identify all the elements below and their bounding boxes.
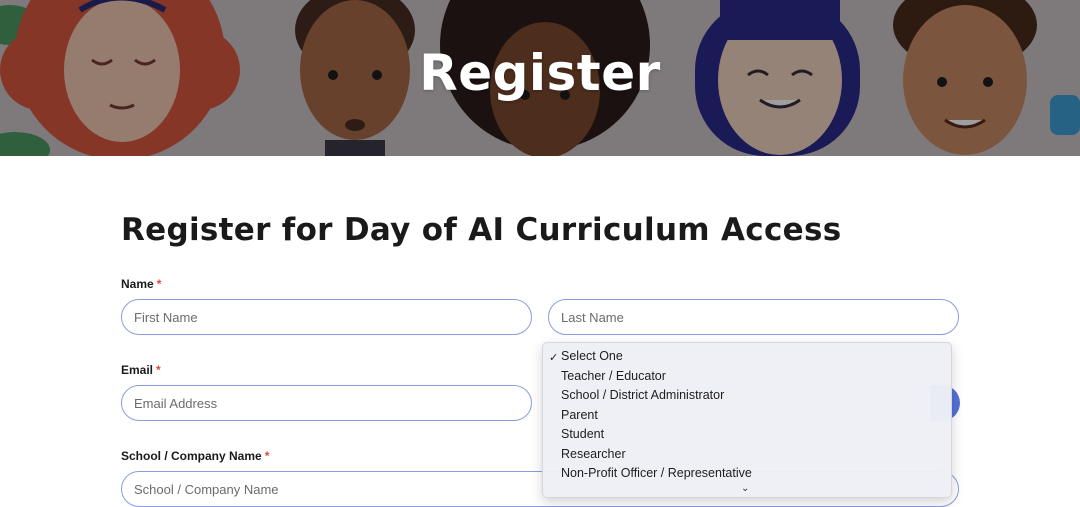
required-mark: * — [264, 449, 270, 463]
email-label-text: Email — [121, 363, 154, 377]
required-mark: * — [156, 277, 162, 291]
hero-banner: Register — [0, 0, 1080, 156]
last-name-field[interactable] — [548, 299, 959, 335]
dropdown-option[interactable]: Non-Profit Officer / Representative — [561, 466, 752, 480]
dropdown-option[interactable]: Student — [561, 427, 604, 441]
name-label: Name * — [121, 277, 161, 291]
page-title: Register for Day of AI Curriculum Access — [121, 212, 842, 248]
name-label-text: Name — [121, 277, 154, 291]
chevron-down-icon[interactable]: ⌄ — [741, 483, 749, 494]
dropdown-option[interactable]: Teacher / Educator — [561, 369, 666, 383]
dropdown-option[interactable]: School / District Administrator — [561, 388, 724, 402]
school-label: School / Company Name * — [121, 449, 269, 463]
email-label: Email * — [121, 363, 161, 377]
email-field[interactable] — [121, 385, 532, 421]
dropdown-option[interactable]: Parent — [561, 408, 598, 422]
hero-title: Register — [419, 44, 661, 102]
first-name-field[interactable] — [121, 299, 532, 335]
checkmark-icon: ✓ — [549, 352, 559, 364]
dropdown-option[interactable]: Select One — [561, 349, 623, 363]
dropdown-option[interactable]: Researcher — [561, 447, 626, 461]
school-label-text: School / Company Name — [121, 449, 262, 463]
required-mark: * — [156, 363, 161, 377]
role-dropdown-menu[interactable]: ✓ Select One Teacher / Educator School /… — [542, 342, 952, 498]
